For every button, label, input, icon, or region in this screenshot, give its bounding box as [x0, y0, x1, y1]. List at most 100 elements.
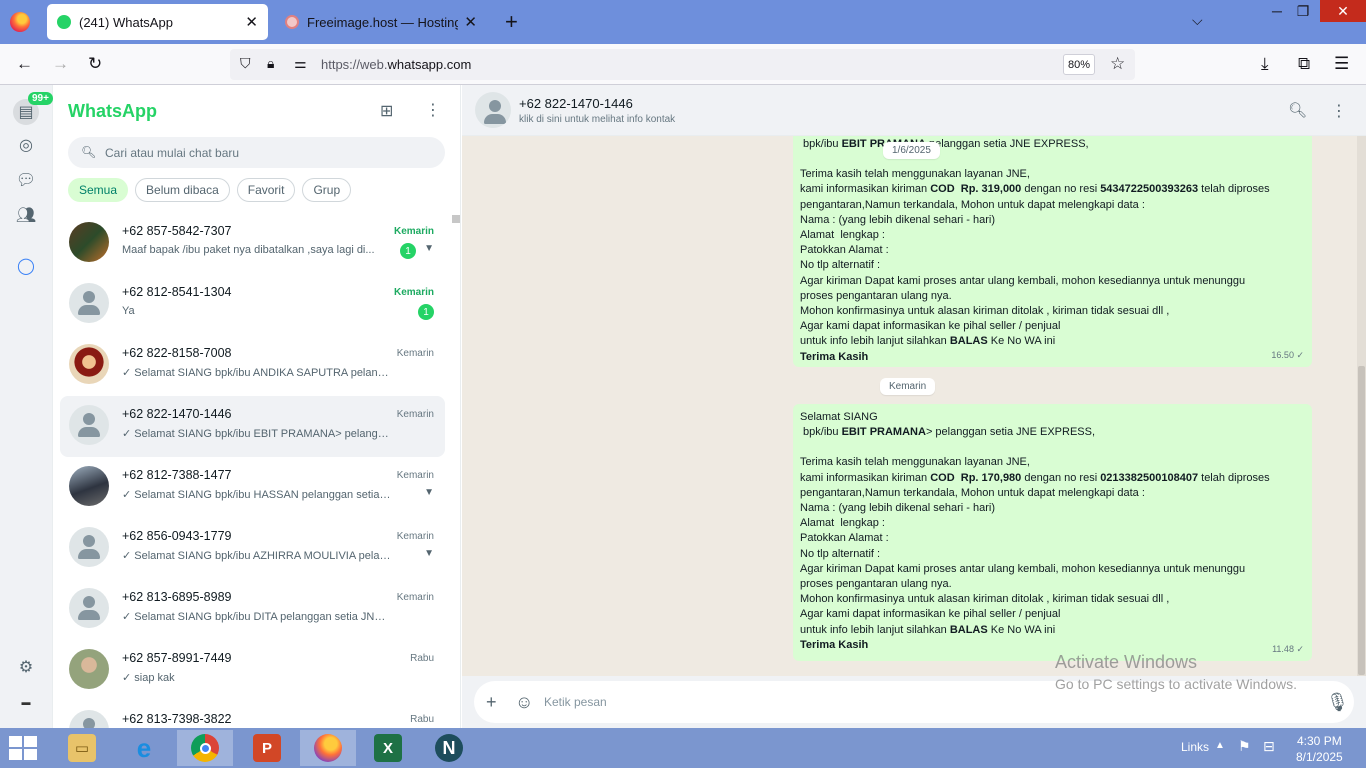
channels-icon[interactable]: 💬︎: [15, 169, 37, 191]
chat-list-item[interactable]: +62 813-6895-8989 Kemarin ✓ Selamat SIANG …: [60, 579, 445, 640]
contact-avatar[interactable]: [475, 92, 511, 128]
taskbar-chrome[interactable]: [177, 730, 233, 766]
attach-plus-icon[interactable]: +: [486, 692, 497, 713]
chat-list-item[interactable]: +62 812-8541-1304 Kemarin Ya 1: [60, 274, 445, 335]
message-line: pengantaran,Namun terkandala, Mohon untu…: [800, 486, 1145, 499]
bookmark-star-icon[interactable]: ☆: [1110, 54, 1125, 74]
chevron-down-icon[interactable]: ▼: [424, 487, 434, 498]
filter-chip-unread[interactable]: Belum dibaca: [135, 178, 230, 202]
url-text[interactable]: https://web.whatsapp.com: [321, 57, 471, 72]
scrollbar-thumb[interactable]: [1358, 366, 1365, 675]
emoji-sticker-icon[interactable]: ☺: [515, 692, 533, 713]
message-bubble-outgoing[interactable]: bpk/ibu EBIT PRAMANA pelanggan setia JNE…: [793, 136, 1312, 367]
new-chat-icon[interactable]: ⊞: [380, 101, 393, 121]
extensions-icon[interactable]: ⧉: [1298, 54, 1310, 74]
message-line: Selamat SIANG: [800, 411, 878, 423]
browser-tab-strip: (241) WhatsApp ✕ Freeimage.host — Hostin…: [0, 0, 1366, 44]
nav-rail: ▤ 99+ ◎ 💬︎ 👥︎ ◯ ⚙ ▬: [0, 85, 53, 728]
date-pill: 1/6/2025: [883, 142, 940, 159]
taskbar-powerpoint[interactable]: P: [239, 730, 295, 766]
powerpoint-icon: P: [253, 734, 281, 762]
meta-ai-icon[interactable]: ◯: [15, 255, 37, 277]
settings-gear-icon[interactable]: ⚙: [15, 656, 37, 678]
message-line: Nama : (yang lebih dikenal sehari - hari…: [800, 502, 996, 515]
chevron-down-icon[interactable]: ▼: [424, 548, 434, 559]
chat-time: Kemarin: [396, 531, 434, 542]
tray-links[interactable]: Links: [1181, 740, 1209, 754]
start-button-windows-icon[interactable]: [9, 736, 37, 760]
close-window-icon[interactable]: ✕: [1320, 0, 1366, 22]
new-tab-button[interactable]: +: [505, 9, 518, 35]
network-icon[interactable]: ⊟: [1263, 738, 1275, 755]
message-line: Patokkan Alamat :: [800, 244, 889, 257]
chat-list-item[interactable]: +62 856-0943-1779 Kemarin ✓ Selamat SIANG …: [60, 518, 445, 579]
contact-name[interactable]: +62 822-1470-1446: [519, 96, 633, 111]
downloads-icon[interactable]: ⤓: [1261, 54, 1269, 74]
filter-chip-all[interactable]: Semua: [68, 178, 129, 202]
message-line: proses pengantaran ulang nya.: [800, 289, 952, 302]
conversation-header[interactable]: +62 822-1470-1446 klik di sini untuk mel…: [462, 85, 1366, 136]
firefox-menu-icon[interactable]: [10, 12, 30, 32]
watermark-subtitle: Go to PC settings to activate Windows.: [1055, 676, 1297, 692]
tray-expand-icon[interactable]: ▲: [1215, 740, 1225, 751]
list-all-tabs-icon[interactable]: ⌵: [1192, 12, 1203, 29]
filter-chip-favorites[interactable]: Favorit: [236, 178, 296, 202]
chat-preview: ✓ siap kak: [122, 672, 175, 684]
search-input[interactable]: 🔍︎ Cari atau mulai chat baru: [68, 137, 445, 168]
lock-icon[interactable]: 🔒︎: [267, 55, 274, 72]
close-tab-icon[interactable]: ✕: [245, 13, 258, 31]
message-line: bpk/ibu EBIT PRAMANA pelanggan setia JNE…: [800, 138, 1089, 150]
chat-list-item[interactable]: +62 822-8158-7008 Kemarin ✓ Selamat SIANG …: [60, 335, 445, 396]
app-menu-icon[interactable]: ☰: [1334, 54, 1349, 74]
message-line: [800, 152, 1305, 167]
search-icon: 🔍︎: [81, 145, 97, 159]
zoom-level[interactable]: 80%: [1063, 54, 1095, 75]
chat-preview: ✓ Selamat SIANG bpk/ibu EBIT PRAMANA> pe…: [122, 428, 392, 440]
url-bar[interactable]: ⛉ 🔒︎ ⚌ https://web.whatsapp.com 80% ☆: [230, 49, 1135, 80]
restore-icon[interactable]: ❐: [1284, 0, 1322, 22]
taskbar-n-app[interactable]: N: [421, 730, 477, 766]
filter-chip-groups[interactable]: Grup: [302, 178, 352, 202]
message-bubble-outgoing[interactable]: Selamat SIANG bpk/ibu EBIT PRAMANA> pela…: [793, 404, 1312, 661]
microphone-icon[interactable]: 🎙︎: [1326, 692, 1349, 713]
chat-list: +62 857-5842-7307 Kemarin Maaf bapak /ibu …: [60, 213, 445, 762]
chat-time: Kemarin: [393, 287, 434, 298]
message-line: Agar kami dapat informasikan ke pihal se…: [800, 608, 1061, 621]
status-icon[interactable]: ◎: [15, 134, 37, 156]
chat-list-item[interactable]: +62 857-5842-7307 Kemarin Maaf bapak /ibu …: [60, 213, 445, 274]
menu-kebab-icon[interactable]: ⋮: [425, 100, 441, 120]
chat-time: Kemarin: [396, 592, 434, 603]
taskbar-clock[interactable]: 4:30 PM 8/1/2025: [1296, 733, 1343, 765]
chat-avatar: [69, 405, 109, 445]
taskbar-file-explorer[interactable]: ▭: [54, 730, 110, 766]
tab-freeimage[interactable]: Freeimage.host — Hosting Gam ✕: [275, 4, 487, 40]
action-center-flag-icon[interactable]: ⚑: [1238, 738, 1251, 755]
shield-icon[interactable]: ⛉: [240, 55, 251, 72]
chat-menu-kebab-icon[interactable]: ⋮: [1331, 101, 1347, 121]
message-line: Alamat lengkap :: [800, 517, 885, 530]
chat-list-item[interactable]: +62 857-8991-7449 Rabu ✓ siap kak: [60, 640, 445, 701]
forward-icon[interactable]: →: [52, 54, 69, 74]
tab-whatsapp[interactable]: (241) WhatsApp ✕: [47, 4, 268, 40]
chat-preview: Ya: [122, 305, 135, 317]
taskbar: ▭ e P X N Links ▲ ⚑ ⊟ 4:30 PM 8/1/2025: [0, 728, 1366, 768]
sidebar-scrollbar[interactable]: [452, 215, 460, 223]
message-input[interactable]: Ketik pesan: [544, 695, 607, 709]
reload-icon[interactable]: ↻: [88, 54, 102, 74]
close-tab-icon[interactable]: ✕: [464, 13, 477, 31]
message-line: Terima Kasih: [800, 638, 869, 651]
back-icon[interactable]: ←: [16, 54, 33, 74]
taskbar-internet-explorer[interactable]: e: [116, 730, 172, 766]
permissions-icon[interactable]: ⚌: [294, 55, 307, 72]
taskbar-firefox[interactable]: [300, 730, 356, 766]
taskbar-excel[interactable]: X: [360, 730, 416, 766]
messages-scrollbar[interactable]: [1357, 136, 1366, 676]
freeimage-favicon-icon: [285, 15, 299, 29]
search-messages-icon[interactable]: 🔍︎: [1288, 101, 1307, 119]
profile-avatar-icon[interactable]: ▬: [15, 691, 37, 713]
chat-list-item[interactable]: +62 822-1470-1446 Kemarin ✓ Selamat SIANG …: [60, 396, 445, 457]
chat-list-item[interactable]: +62 812-7388-1477 Kemarin ✓ Selamat SIANG …: [60, 457, 445, 518]
message-line: Mohon konfirmasinya untuk alasan kiriman…: [800, 305, 1170, 318]
chevron-down-icon[interactable]: ▼: [424, 243, 434, 254]
communities-icon[interactable]: 👥︎: [15, 204, 37, 226]
